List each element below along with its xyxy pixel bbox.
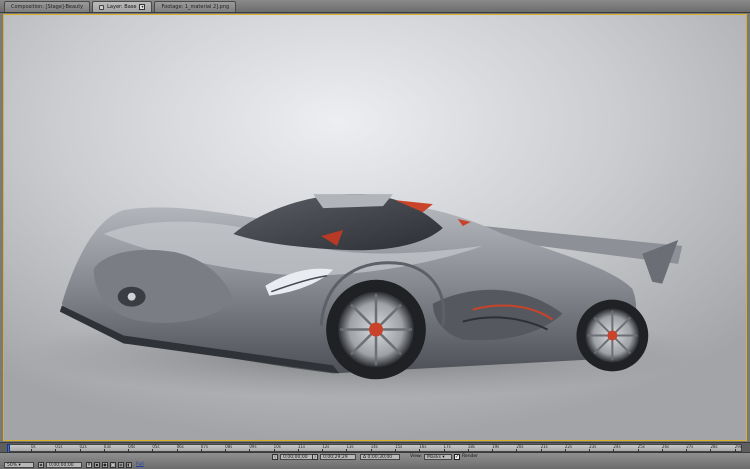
viewer-status-bar: { 0;00;00;00 } 0;00;29;29 Δ 0;00;30;00 V…	[0, 452, 750, 469]
magnification-select[interactable]: 50% ▾	[4, 462, 34, 468]
time-ruler-tick: 02s	[79, 444, 87, 452]
time-ruler-tick: 16s	[419, 444, 427, 452]
channel-icon[interactable]: ●	[102, 462, 108, 468]
time-ruler[interactable]: 0s 01s 02s 03s 04s 05s 06s 07s 08s 09s 10s 11s 12s 13…	[7, 444, 742, 453]
time-ruler-tick: 29s	[734, 444, 742, 452]
set-out-point-icon[interactable]: }	[312, 454, 318, 460]
time-ruler-tick: 27s	[686, 444, 694, 452]
render-label: Render	[462, 454, 479, 459]
time-ruler-tick: 23s	[589, 444, 597, 452]
view-select[interactable]: Masks ▾	[424, 454, 452, 460]
snapshot-camera-icon[interactable]: ◉	[38, 462, 44, 468]
time-ruler-tick: 15s	[395, 444, 403, 452]
time-ruler-tick: 06s	[176, 444, 184, 452]
time-ruler-tick: 28s	[710, 444, 718, 452]
tab-layer-label: Layer: Base	[107, 3, 137, 10]
out-point-field[interactable]: 0;00;29;29	[320, 454, 356, 460]
time-ruler-tick: 10s	[273, 444, 281, 452]
chevron-down-icon[interactable]: ▾	[139, 4, 146, 10]
tab-footage-label: Footage: 1_material 2].png	[161, 3, 230, 10]
toggle-mask-icon[interactable]: ◧	[126, 462, 132, 468]
time-ruler-tick: 17s	[443, 444, 451, 452]
time-ruler-tick: 18s	[467, 444, 475, 452]
time-ruler-tick: 04s	[128, 444, 136, 452]
time-ruler-tick: 26s	[661, 444, 670, 452]
resolution-link[interactable]: Full	[136, 462, 144, 468]
tab-composition[interactable]: Composition: [Stage]-Beauty	[4, 1, 91, 12]
view-select-value: Masks	[427, 455, 441, 460]
show-snapshot-icon[interactable]: ▣	[94, 462, 100, 468]
time-ruler-tick: 08s	[225, 444, 233, 452]
time-ruler-tick: 21s	[540, 444, 548, 452]
transparency-grid-icon[interactable]: ▦	[118, 462, 124, 468]
magnification-value: 50%	[7, 463, 18, 468]
viewer-tab-bar: Composition: [Stage]-Beauty Layer: Base …	[0, 0, 750, 13]
time-ruler-tick: 14s	[370, 444, 378, 452]
time-ruler-tick: 25s	[637, 444, 645, 452]
time-ruler-tick: 07s	[200, 444, 209, 452]
grid-icon[interactable]: #	[86, 462, 92, 468]
time-ruler-strip: 0s 01s 02s 03s 04s 05s 06s 07s 08s 09s 10s 11s 12s 13…	[0, 442, 750, 453]
time-ruler-tick: 03s	[103, 444, 111, 452]
time-ruler-tick: 0s	[31, 444, 36, 452]
car-render-image	[4, 15, 746, 440]
time-ruler-tick: 09s	[249, 444, 257, 452]
time-ruler-tick: 13s	[346, 444, 354, 452]
time-ruler-tick: 20s	[516, 444, 524, 452]
time-ruler-tick: 11s	[297, 444, 306, 452]
current-time-field[interactable]: 0;00;00;00	[46, 462, 82, 468]
time-ruler-tick: 12s	[322, 444, 330, 452]
tab-layer[interactable]: Layer: Base ▾	[92, 1, 153, 12]
time-ruler-tick: 05s	[152, 444, 160, 452]
set-in-point-icon[interactable]: {	[272, 454, 278, 460]
tab-composition-label: Composition: [Stage]-Beauty	[11, 3, 84, 10]
layer-preview-canvas[interactable]	[3, 14, 747, 441]
time-ruler-tick: 24s	[613, 444, 621, 452]
layer-viewer-window: Composition: [Stage]-Beauty Layer: Base …	[0, 0, 750, 469]
time-ruler-tick: 22s	[564, 444, 573, 452]
lock-icon[interactable]	[99, 4, 105, 10]
render-checkbox[interactable]: ✓	[454, 454, 460, 460]
duration-field: Δ 0;00;30;00	[360, 454, 400, 460]
time-ruler-tick: 01s	[55, 444, 63, 452]
tab-footage[interactable]: Footage: 1_material 2].png	[154, 1, 237, 12]
in-point-field[interactable]: 0;00;00;00	[280, 454, 316, 460]
time-ruler-tick: 19s	[492, 444, 500, 452]
view-label: View:	[410, 454, 422, 459]
region-of-interest-icon[interactable]: ▢	[110, 462, 116, 468]
